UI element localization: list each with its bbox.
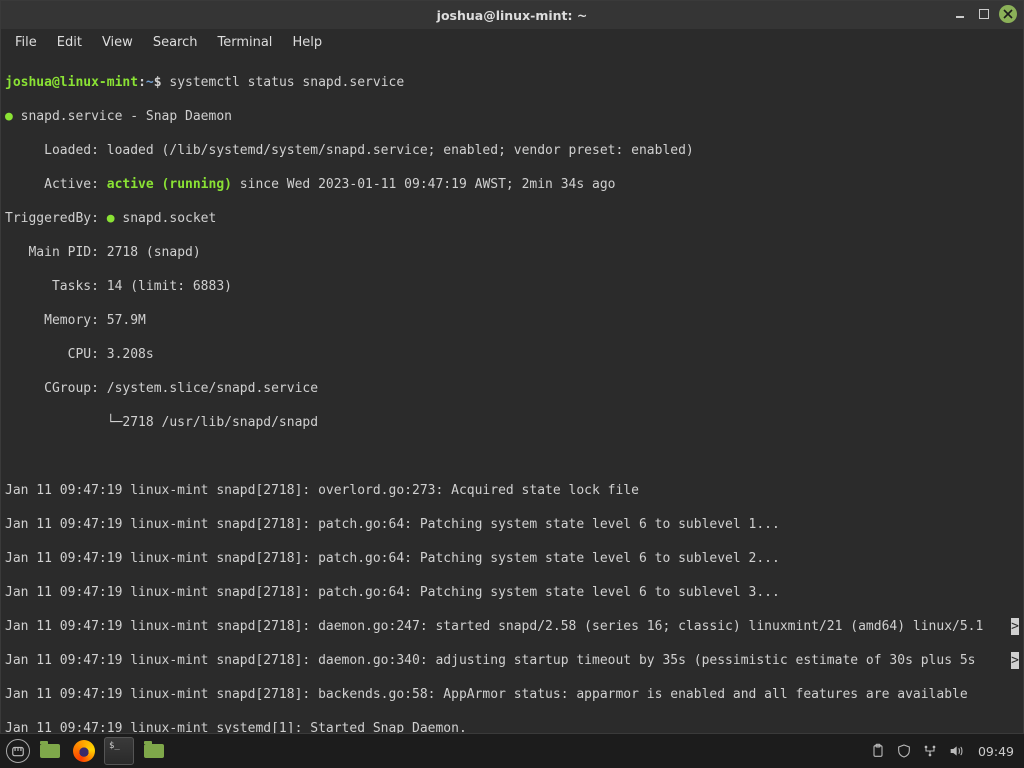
line-continuation-marker: >: [1011, 618, 1019, 635]
minimize-button[interactable]: [951, 5, 969, 23]
menu-file[interactable]: File: [7, 32, 45, 53]
log-line: Jan 11 09:47:19 linux-mint snapd[2718]: …: [5, 686, 1019, 703]
prompt-dollar: $: [154, 75, 170, 90]
triggeredby-value: snapd.socket: [122, 211, 216, 226]
triggered-bullet-icon: ●: [107, 211, 123, 226]
window-title: joshua@linux-mint: ~: [437, 8, 588, 23]
log-line: Jan 11 09:47:19 linux-mint snapd[2718]: …: [5, 516, 1019, 533]
folder-icon: [144, 744, 164, 758]
menu-search[interactable]: Search: [145, 32, 206, 53]
terminal-output[interactable]: joshua@linux-mint:~$ systemctl status sn…: [1, 55, 1023, 733]
memory-label: Memory:: [5, 313, 107, 328]
log-line: Jan 11 09:47:19 linux-mint snapd[2718]: …: [5, 482, 1019, 499]
close-button[interactable]: [999, 5, 1017, 23]
shield-tray-icon[interactable]: [896, 743, 912, 759]
loaded-value: loaded (/lib/systemd/system/snapd.servic…: [107, 143, 694, 158]
loaded-label: Loaded:: [5, 143, 107, 158]
active-since: since Wed 2023-01-11 09:47:19 AWST; 2min…: [232, 177, 616, 192]
maximize-button[interactable]: [975, 5, 993, 23]
titlebar[interactable]: joshua@linux-mint: ~: [1, 1, 1023, 29]
cpu-label: CPU:: [5, 347, 107, 362]
mainpid-value: 2718 (snapd): [107, 245, 201, 260]
firefox-launcher[interactable]: [70, 738, 98, 764]
menubar: File Edit View Search Terminal Help: [1, 29, 1023, 55]
terminal-window: joshua@linux-mint: ~ File Edit View Sear…: [0, 0, 1024, 734]
active-label: Active:: [5, 177, 107, 192]
cgroup-child: └─2718 /usr/lib/snapd/snapd: [5, 415, 318, 430]
triggeredby-label: TriggeredBy:: [5, 211, 107, 226]
log-line: Jan 11 09:47:19 linux-mint snapd[2718]: …: [5, 584, 1019, 601]
line-continuation-marker: >: [1011, 652, 1019, 669]
network-tray-icon[interactable]: [922, 743, 938, 759]
entered-command: systemctl status snapd.service: [169, 75, 404, 90]
log-line: Jan 11 09:47:19 linux-mint snapd[2718]: …: [5, 619, 983, 634]
mainpid-label: Main PID:: [5, 245, 107, 260]
volume-tray-icon[interactable]: [948, 743, 964, 759]
menu-terminal[interactable]: Terminal: [209, 32, 280, 53]
menu-help[interactable]: Help: [284, 32, 330, 53]
memory-value: 57.9M: [107, 313, 146, 328]
files-launcher[interactable]: [140, 738, 168, 764]
active-value: active (running): [107, 177, 232, 192]
menu-edit[interactable]: Edit: [49, 32, 90, 53]
unit-header: snapd.service - Snap Daemon: [21, 109, 232, 124]
log-line: Jan 11 09:47:19 linux-mint snapd[2718]: …: [5, 550, 1019, 567]
window-controls: [951, 5, 1017, 23]
cgroup-value: /system.slice/snapd.service: [107, 381, 318, 396]
terminal-taskbar-item[interactable]: $_: [104, 737, 134, 765]
prompt-path: ~: [146, 75, 154, 90]
clipboard-tray-icon[interactable]: [870, 743, 886, 759]
tasks-value: 14 (limit: 6883): [107, 279, 232, 294]
tasks-label: Tasks:: [5, 279, 107, 294]
log-line: Jan 11 09:47:19 linux-mint snapd[2718]: …: [5, 653, 983, 668]
log-line: Jan 11 09:47:19 linux-mint systemd[1]: S…: [5, 720, 1019, 733]
panel-clock[interactable]: 09:49: [974, 744, 1018, 759]
firefox-icon: [73, 740, 95, 762]
show-desktop-button[interactable]: [36, 738, 64, 764]
cpu-value: 3.208s: [107, 347, 154, 362]
menu-view[interactable]: View: [94, 32, 141, 53]
unit-bullet-icon: ●: [5, 109, 21, 124]
taskbar[interactable]: $_ 09:49: [0, 734, 1024, 768]
prompt-user-host: joshua@linux-mint: [5, 75, 138, 90]
folder-icon: [40, 744, 60, 758]
prompt-colon: :: [138, 75, 146, 90]
cgroup-label: CGroup:: [5, 381, 107, 396]
start-menu-button[interactable]: [6, 739, 30, 763]
